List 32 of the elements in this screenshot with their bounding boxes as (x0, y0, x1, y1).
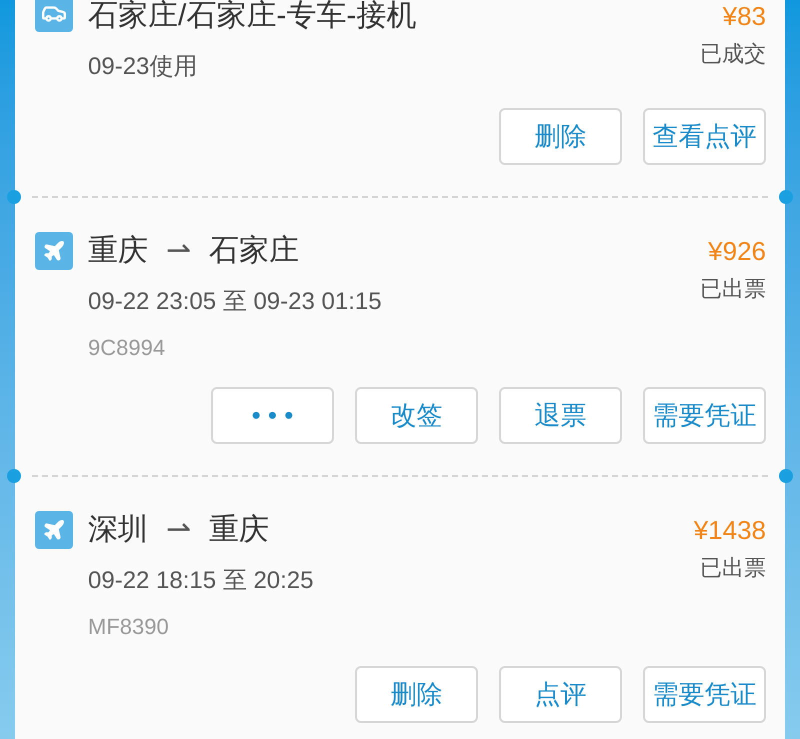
order-status: 已出票 (700, 275, 766, 303)
travel-date: 09-22 18:15 至 20:25 (88, 566, 314, 596)
action-button[interactable]: 退票 (499, 387, 622, 444)
arrival-city: 重庆 (209, 514, 270, 546)
flight-number: 9C8994 (88, 334, 166, 362)
edge-notch (7, 469, 21, 483)
order-status: 已出票 (700, 554, 766, 582)
action-button[interactable]: 需要凭证 (643, 666, 766, 723)
price: ¥1438 (694, 514, 766, 546)
travel-date: 09-22 23:05 至 09-23 01:15 (88, 287, 382, 317)
departure-city: 重庆 (88, 235, 148, 267)
order-status: 已成交 (700, 40, 766, 68)
action-button[interactable]: 需要凭证 (643, 387, 766, 444)
edge-notch (779, 469, 793, 483)
action-button[interactable]: 点评 (499, 666, 622, 723)
plane-icon (35, 232, 73, 270)
plane-icon (35, 511, 73, 549)
action-button[interactable]: • • • (211, 387, 334, 444)
edge-notch (7, 190, 21, 204)
action-button[interactable]: 查看点评 (643, 108, 766, 165)
price: ¥83 (722, 0, 766, 32)
route-arrow: ⇀ (166, 514, 192, 546)
arrival-city: 石家庄 (209, 235, 300, 267)
action-button[interactable]: 删除 (355, 666, 478, 723)
action-button[interactable]: 改签 (355, 387, 478, 444)
action-button[interactable]: 删除 (499, 108, 622, 165)
travel-date: 09-23使用 (88, 52, 198, 82)
edge-notch (779, 190, 793, 204)
route-arrow: ⇀ (166, 235, 192, 267)
flight-number: MF8390 (88, 613, 170, 641)
departure-city: 深圳 (88, 514, 148, 546)
price: ¥926 (708, 235, 766, 267)
